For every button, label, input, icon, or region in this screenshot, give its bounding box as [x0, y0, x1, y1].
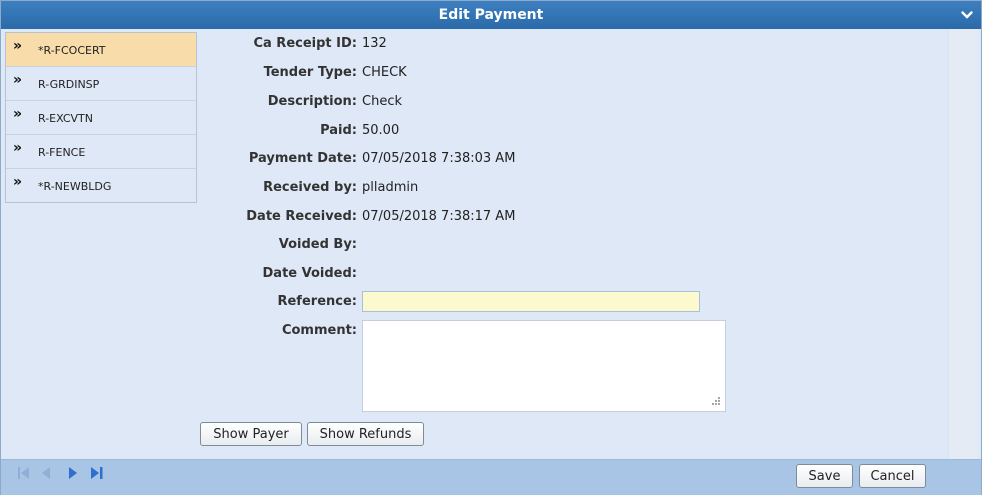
show-refunds-button[interactable]: Show Refunds [307, 422, 424, 446]
tender-type-label: Tender Type: [263, 65, 357, 80]
prev-page-icon[interactable] [39, 465, 55, 481]
cancel-button[interactable]: Cancel [859, 464, 926, 488]
resize-grip-icon[interactable] [710, 397, 720, 407]
tender-type-value: CHECK [362, 65, 407, 80]
double-chevron-right-icon: » [13, 140, 23, 156]
comment-textarea[interactable] [362, 320, 726, 412]
next-page-icon[interactable] [65, 465, 81, 481]
payment-date-label: Payment Date: [248, 151, 357, 166]
permit-list: » *R-FCOCERT » R-GRDINSP » R-EXCVTN » R-… [5, 32, 197, 203]
date-voided-label: Date Voided: [262, 266, 358, 281]
receipt-id-label: Ca Receipt ID: [253, 36, 357, 51]
received-by-value: plladmin [362, 180, 419, 195]
double-chevron-right-icon: » [13, 72, 23, 88]
last-page-icon[interactable] [89, 465, 105, 481]
show-payer-button[interactable]: Show Payer [200, 422, 302, 446]
save-button[interactable]: Save [796, 464, 853, 488]
edit-payment-window: Edit Payment » *R-FCOCERT » R-GRDINSP » … [0, 0, 982, 495]
description-value: Check [362, 94, 402, 109]
date-received-label: Date Received: [246, 209, 357, 224]
scrollbar[interactable] [948, 29, 977, 459]
sidebar-item-grdinsp[interactable]: » R-GRDINSP [6, 67, 196, 101]
sidebar-item-label: R-FENCE [38, 146, 86, 159]
double-chevron-right-icon: » [13, 174, 23, 190]
sidebar-item-fcocert[interactable]: » *R-FCOCERT [6, 33, 196, 67]
chevron-down-icon[interactable] [959, 7, 975, 23]
sidebar-item-newbldg[interactable]: » *R-NEWBLDG [6, 169, 196, 202]
sidebar-item-fence[interactable]: » R-FENCE [6, 135, 196, 169]
window-title: Edit Payment [438, 7, 544, 23]
reference-label: Reference: [277, 294, 357, 309]
sidebar-item-excvtn[interactable]: » R-EXCVTN [6, 101, 196, 135]
date-received-value: 07/05/2018 7:38:17 AM [362, 209, 516, 224]
sidebar-item-label: *R-FCOCERT [38, 44, 106, 57]
description-label: Description: [267, 94, 357, 109]
voided-by-label: Voided By: [278, 237, 357, 252]
first-page-icon[interactable] [16, 465, 32, 481]
sidebar-item-label: R-EXCVTN [38, 112, 94, 125]
payment-date-value: 07/05/2018 7:38:03 AM [362, 151, 516, 166]
reference-input[interactable] [362, 291, 700, 312]
received-by-label: Received by: [263, 180, 357, 195]
paid-label: Paid: [320, 123, 357, 138]
comment-label: Comment: [281, 323, 357, 338]
paid-value: 50.00 [362, 123, 400, 138]
double-chevron-right-icon: » [13, 106, 23, 122]
sidebar-item-label: *R-NEWBLDG [38, 180, 112, 193]
double-chevron-right-icon: » [13, 38, 23, 54]
window-titlebar: Edit Payment [1, 1, 981, 29]
sidebar-item-label: R-GRDINSP [38, 78, 100, 91]
receipt-id-value: 132 [362, 36, 387, 51]
